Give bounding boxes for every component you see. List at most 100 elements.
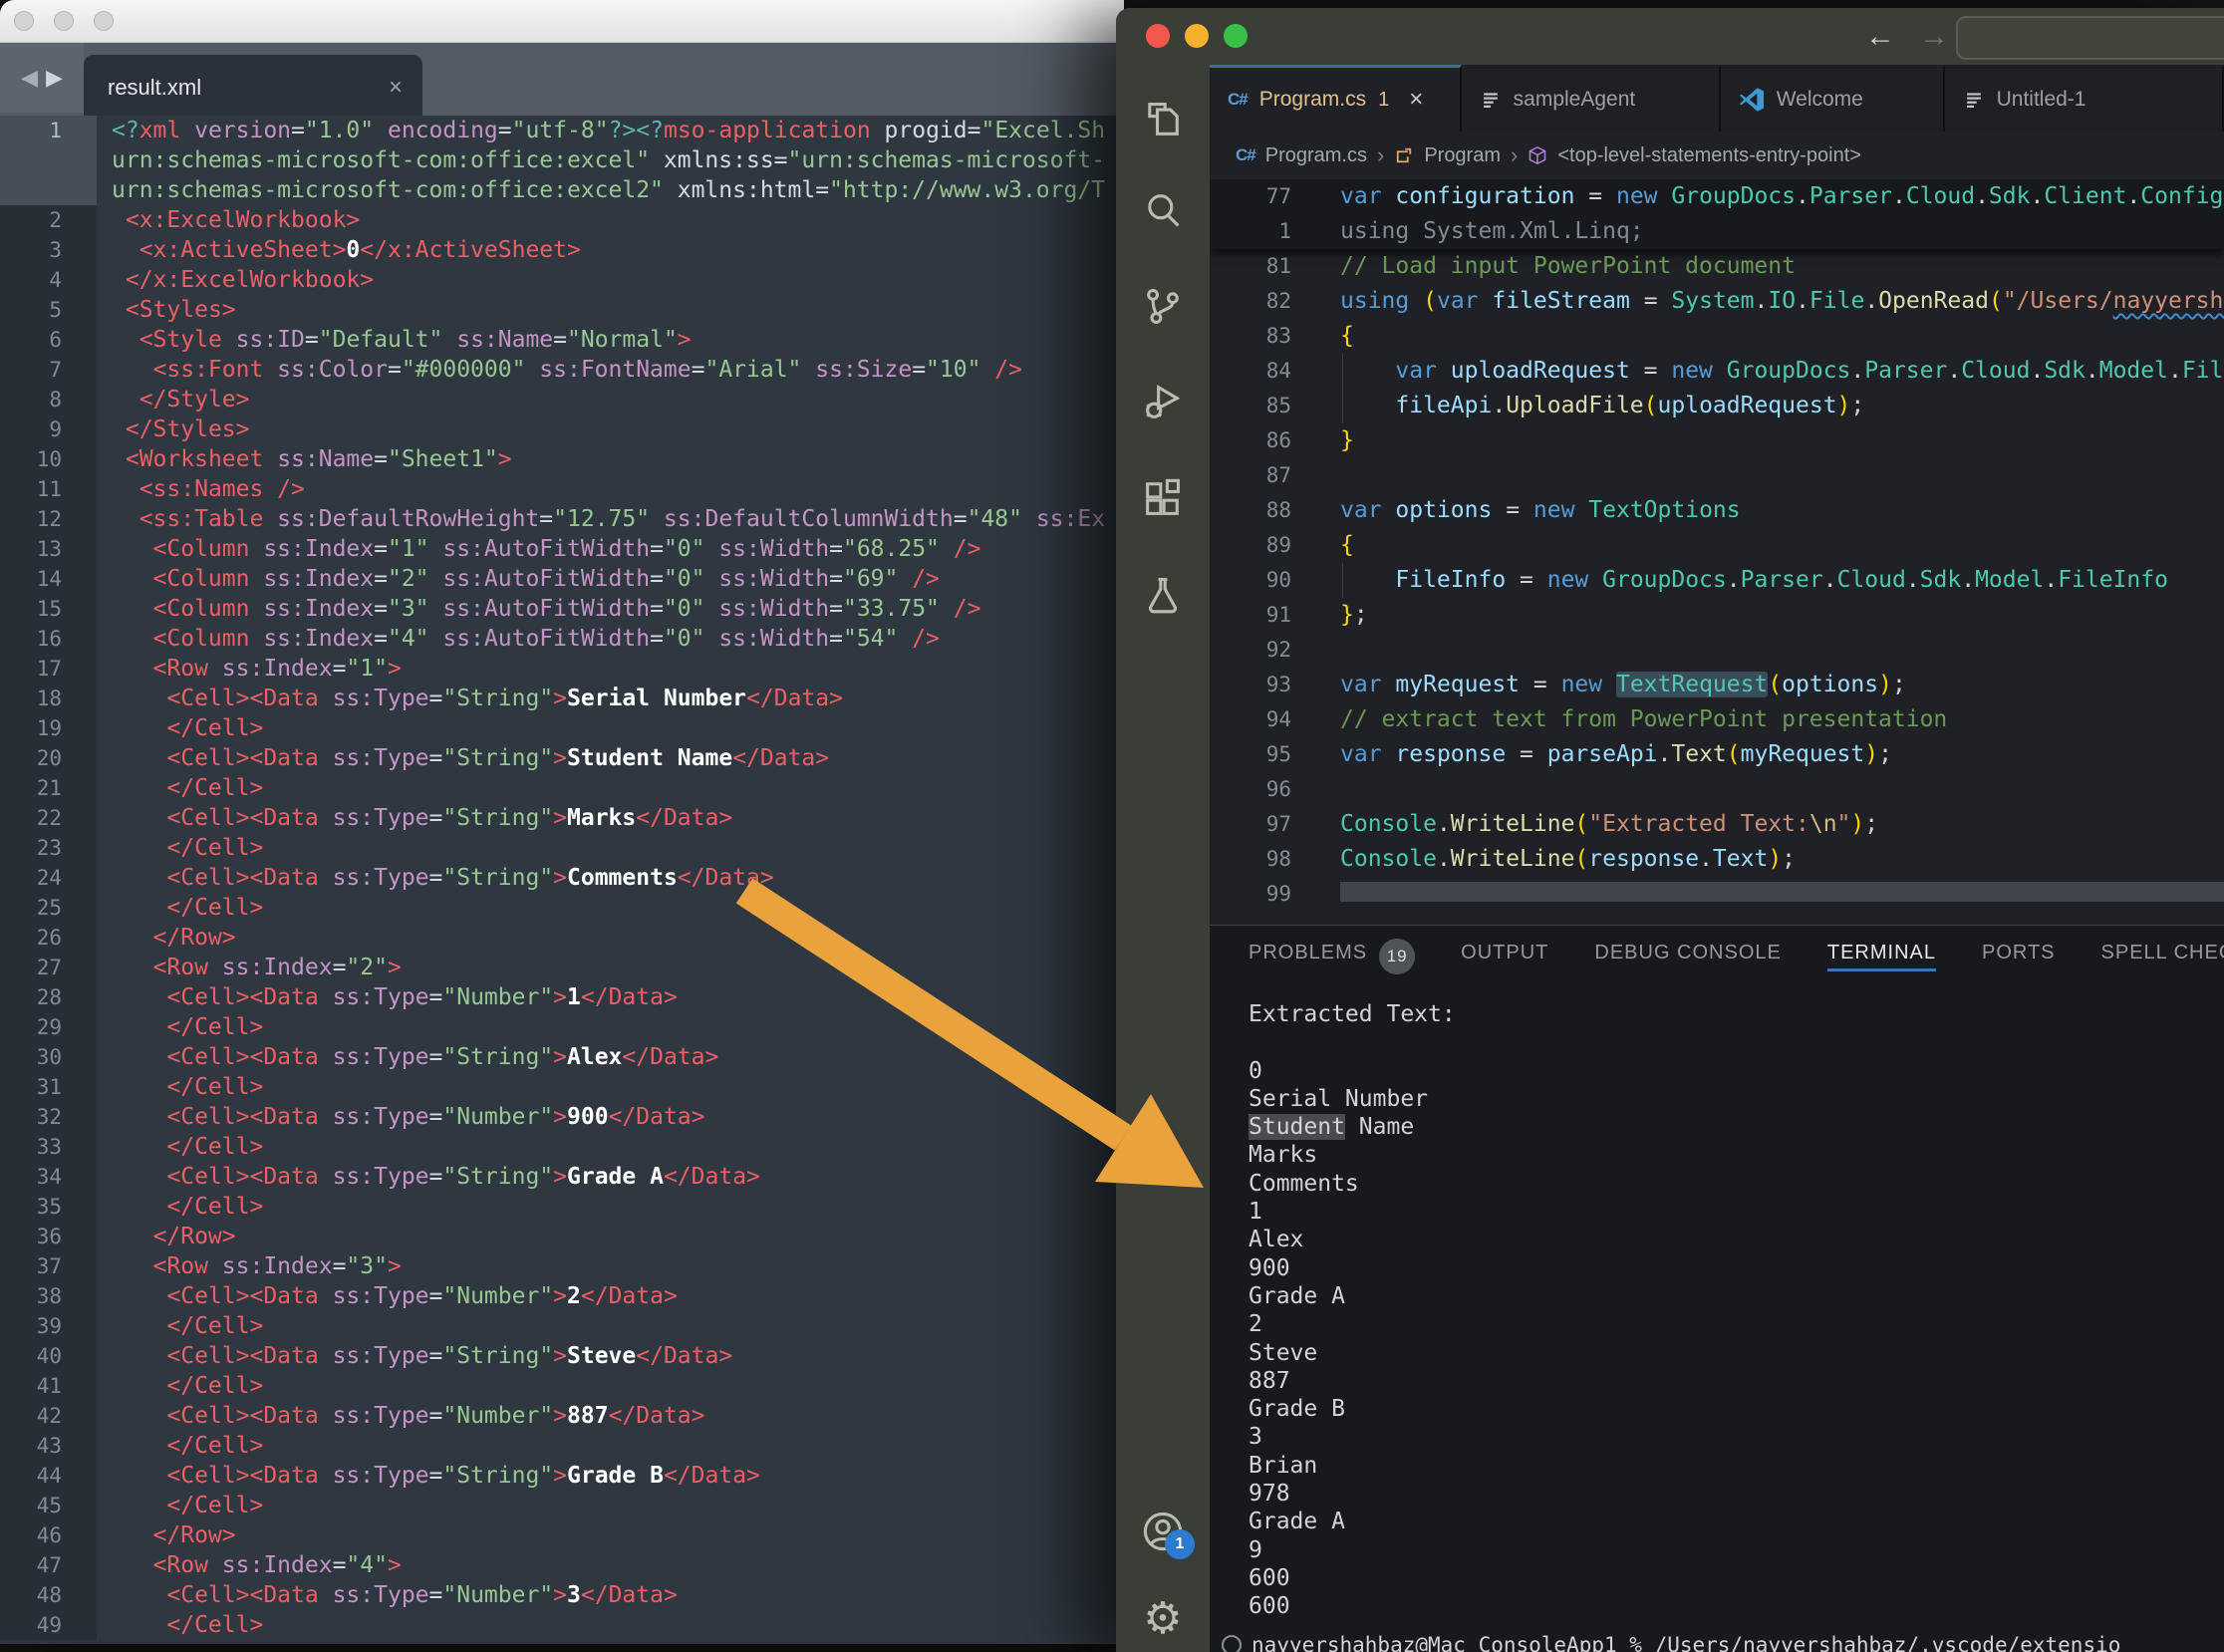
tab-label: sampleAgent — [1514, 88, 1636, 112]
xml-code-line: 9 </Styles> — [0, 414, 1124, 444]
xml-code-line: 3 <x:ActiveSheet>0</x:ActiveSheet> — [0, 235, 1124, 265]
xml-code-line: 4 </x:ExcelWorkbook> — [0, 265, 1124, 295]
breadcrumb[interactable]: C#Program.cs›Program›<top-level-statemen… — [1210, 132, 2224, 179]
cs-code-line: 77var configuration = new GroupDocs.Pars… — [1210, 179, 2224, 214]
close-traffic-light[interactable] — [1146, 24, 1170, 48]
terminal-output[interactable]: Extracted Text:0Serial NumberStudent Nam… — [1249, 1000, 2224, 1621]
panel-tab-ports[interactable]: PORTS — [1982, 942, 2056, 971]
sticky-scroll: 77var configuration = new GroupDocs.Pars… — [1210, 179, 2224, 249]
xml-code-line: 16 <Column ss:Index="4" ss:AutoFitWidth=… — [0, 624, 1124, 654]
xml-code-editor[interactable]: 1<?xml version="1.0" encoding="utf-8"?><… — [0, 116, 1124, 1644]
breadcrumb-item[interactable]: <top-level-statements-entry-point> — [1557, 144, 1861, 167]
terminal-line: 0 — [1249, 1057, 2224, 1085]
breadcrumb-separator: › — [1377, 142, 1384, 168]
nav-forward-icon[interactable]: → — [1919, 20, 1949, 54]
editor-tab-program-cs[interactable]: C#Program.cs1× — [1210, 65, 1462, 132]
close-icon[interactable]: × — [1409, 86, 1423, 114]
xml-code-line: 43 </Cell> — [0, 1431, 1124, 1461]
back-icon[interactable]: ◀ — [21, 67, 38, 89]
activity-settings-button[interactable]: ⚙ — [1139, 1595, 1187, 1643]
xml-code-line: 13 <Column ss:Index="1" ss:AutoFitWidth=… — [0, 534, 1124, 564]
terminal-line: Grade A — [1249, 1282, 2224, 1310]
panel-tab-terminal[interactable]: TERMINAL — [1827, 942, 1936, 971]
cs-code-line: 92 — [1210, 633, 2224, 668]
tab-result-xml[interactable]: result.xml × — [84, 55, 422, 120]
editor-tab-untitled-1[interactable]: Untitled-1 — [1945, 65, 2224, 132]
terminal-line: 2 — [1249, 1310, 2224, 1338]
close-traffic-light[interactable] — [14, 11, 34, 31]
macos-titlebar[interactable] — [0, 0, 1124, 43]
terminal-line: 900 — [1249, 1254, 2224, 1282]
minimize-traffic-light[interactable] — [54, 11, 74, 31]
command-center-search[interactable] — [1956, 16, 2224, 60]
horizontal-scrollbar[interactable] — [1340, 882, 2224, 902]
activity-test-flask-button[interactable] — [1139, 572, 1187, 620]
xml-code-line: 2 <x:ExcelWorkbook> — [0, 205, 1124, 235]
file-list-icon — [1480, 89, 1502, 111]
cs-code-line: 93var myRequest = new TextRequest(option… — [1210, 668, 2224, 702]
activity-files-button[interactable] — [1139, 96, 1187, 143]
cs-code-line: 86} — [1210, 423, 2224, 458]
terminal-prompt[interactable]: nayyershahbaz@Mac ConsoleApp1 % /Users/n… — [1222, 1633, 2120, 1652]
code-editor[interactable]: 77var configuration = new GroupDocs.Pars… — [1210, 179, 2224, 925]
cs-code-line: 89{ — [1210, 528, 2224, 563]
breadcrumb-item[interactable]: Program.cs — [1265, 144, 1367, 167]
xml-code-line: 12 <ss:Table ss:DefaultRowHeight="12.75"… — [0, 504, 1124, 534]
editor-tab-sampleagent[interactable]: sampleAgent — [1462, 65, 1721, 132]
activity-account-button[interactable]: 1 — [1139, 1508, 1187, 1555]
panel-tab-output[interactable]: OUTPUT — [1461, 942, 1548, 971]
xml-code-line: 17 <Row ss:Index="1"> — [0, 654, 1124, 684]
xml-code-line: 34 <Cell><Data ss:Type="String">Grade A<… — [0, 1162, 1124, 1192]
maximize-traffic-light[interactable] — [1224, 24, 1248, 48]
breadcrumb-item[interactable]: Program — [1424, 144, 1501, 167]
terminal-line: Grade B — [1249, 1395, 2224, 1423]
xml-code-line: 46 </Row> — [0, 1520, 1124, 1550]
xml-code-line: 37 <Row ss:Index="3"> — [0, 1251, 1124, 1281]
nav-back-icon[interactable]: ← — [1865, 20, 1895, 54]
cs-code-line: 81// Load input PowerPoint document — [1210, 249, 2224, 284]
terminal-line: Alex — [1249, 1226, 2224, 1253]
xml-code-line: 35 </Cell> — [0, 1192, 1124, 1222]
account-badge: 1 — [1165, 1529, 1195, 1559]
xml-code-line: 49 </Cell> — [0, 1610, 1124, 1640]
testing-flask-icon — [1141, 574, 1185, 618]
vscode-titlebar[interactable]: ← → — [1116, 8, 2224, 65]
cs-code-line: 87 — [1210, 458, 2224, 493]
panel-tab-spell-checker[interactable]: SPELL CHECKER — [2101, 942, 2224, 971]
bottom-panel: PROBLEMS19 OUTPUT DEBUG CONSOLE TERMINAL POR… — [1210, 925, 2224, 1652]
class-symbol-icon — [1394, 145, 1414, 165]
close-icon[interactable]: × — [389, 74, 403, 102]
activity-extensions-button[interactable] — [1139, 474, 1187, 522]
maximize-traffic-light[interactable] — [94, 11, 114, 31]
cs-code-line: 84 var uploadRequest = new GroupDocs.Par… — [1210, 354, 2224, 389]
run-debug-icon — [1141, 380, 1185, 423]
panel-tab-problems[interactable]: PROBLEMS19 — [1249, 939, 1415, 974]
activity-run-debug-button[interactable] — [1139, 378, 1187, 425]
editor-group: C#Program.cs1×sampleAgentWelcomeUntitled… — [1210, 65, 2224, 1652]
panel-tab-debug-console[interactable]: DEBUG CONSOLE — [1594, 942, 1781, 971]
xml-code-line: 14 <Column ss:Index="2" ss:AutoFitWidth=… — [0, 564, 1124, 594]
xml-code-line: 25 </Cell> — [0, 893, 1124, 923]
vscode-window: ← → 1⚙ C#Program.cs1×sampleAgentWelcomeU… — [1116, 8, 2224, 1652]
minimize-traffic-light[interactable] — [1185, 24, 1209, 48]
problems-count-badge: 1 — [1378, 89, 1389, 112]
terminal-line: 887 — [1249, 1367, 2224, 1395]
forward-icon[interactable]: ▶ — [46, 67, 63, 89]
editor-tab-welcome[interactable]: Welcome — [1721, 65, 1945, 132]
desktop: ◀ ▶ result.xml × 1<?xml version="1.0" en… — [0, 0, 2224, 1652]
history-nav: ◀ ▶ — [0, 43, 84, 113]
activity-source-control-button[interactable] — [1139, 283, 1187, 331]
activity-bar: 1⚙ — [1116, 65, 1210, 1652]
activity-search-button[interactable] — [1139, 186, 1187, 234]
terminal-line: 3 — [1249, 1423, 2224, 1451]
tab-label: Program.cs — [1259, 88, 1366, 112]
xml-code-line: 22 <Cell><Data ss:Type="String">Marks</D… — [0, 803, 1124, 833]
xml-code-line: 18 <Cell><Data ss:Type="String">Serial N… — [0, 684, 1124, 713]
terminal-line: 9 — [1249, 1536, 2224, 1564]
xml-code-line: 33 </Cell> — [0, 1132, 1124, 1162]
vscode-logo-icon — [1739, 87, 1765, 113]
xml-code-line: 45 </Cell> — [0, 1491, 1124, 1520]
tab-bar: ◀ ▶ result.xml × — [0, 43, 1124, 120]
terminal-line: Brian — [1249, 1452, 2224, 1480]
tab-label: Welcome — [1777, 88, 1863, 112]
